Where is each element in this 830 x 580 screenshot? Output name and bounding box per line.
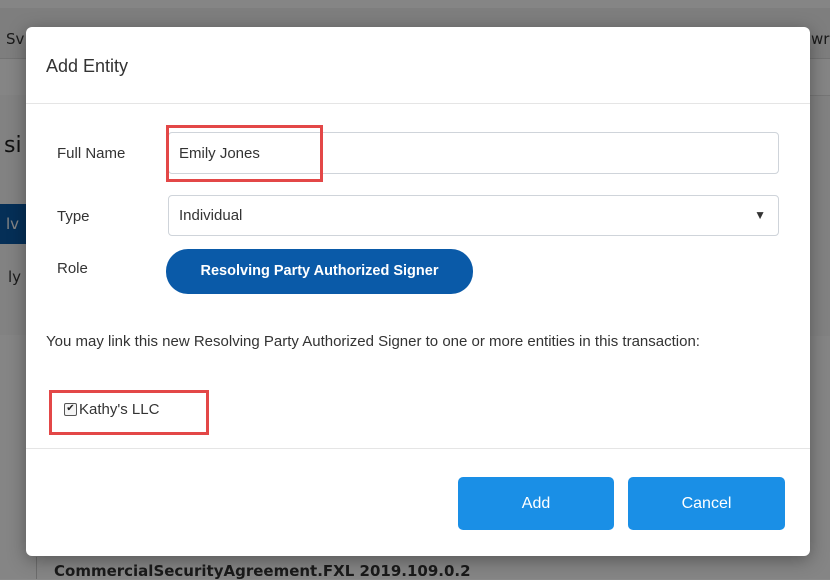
full-name-label: Full Name — [57, 145, 126, 162]
add-entity-dialog: Add Entity Full Name Type Individual ▼ R… — [26, 27, 810, 556]
link-entities-help-text: You may link this new Resolving Party Au… — [46, 333, 700, 350]
cancel-button[interactable]: Cancel — [628, 477, 785, 530]
type-label: Type — [57, 208, 90, 225]
dialog-footer-divider — [26, 448, 810, 449]
role-badge[interactable]: Resolving Party Authorized Signer — [166, 249, 473, 294]
role-label: Role — [57, 260, 88, 277]
dialog-title: Add Entity — [46, 56, 129, 76]
add-button[interactable]: Add — [458, 477, 614, 530]
chevron-down-icon: ▼ — [754, 208, 766, 222]
checkbox-checked-icon[interactable]: ✔ — [64, 402, 77, 416]
link-entity-option[interactable]: ✔ Kathy's LLC — [64, 397, 159, 421]
type-select[interactable]: Individual ▼ — [168, 195, 779, 236]
type-selected-value: Individual — [179, 207, 243, 224]
full-name-input[interactable] — [168, 132, 779, 174]
dialog-header: Add Entity — [26, 27, 810, 104]
link-entity-label: Kathy's LLC — [79, 400, 160, 418]
